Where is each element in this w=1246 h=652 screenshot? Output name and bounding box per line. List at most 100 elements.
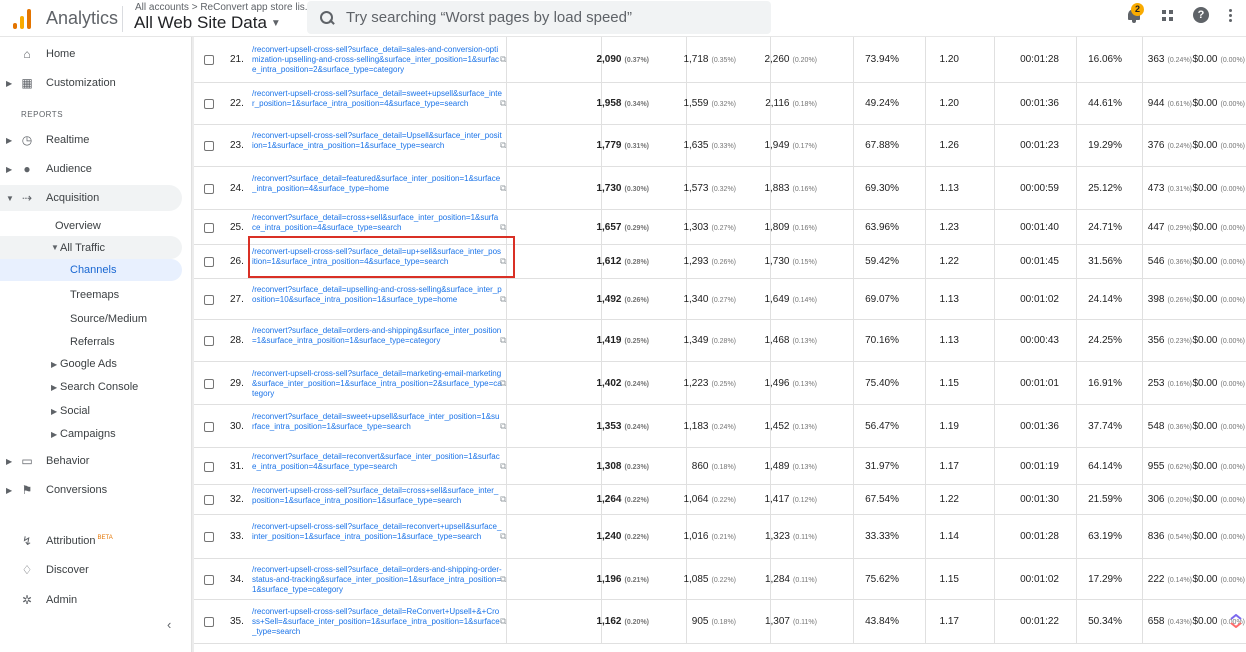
page-link[interactable]: /reconvert?surface_detail=reconvert&surf… (252, 452, 502, 487)
metric-cell-bounce: 69.07% (865, 294, 899, 305)
row-checkbox[interactable] (204, 495, 214, 505)
nav-conversions[interactable]: ▶ ⚑ Conversions (0, 481, 182, 499)
nav-overview[interactable]: Overview (0, 217, 182, 235)
notifications-bell-icon[interactable]: 2 (1126, 3, 1144, 24)
metric-percent: (0.15%) (792, 259, 817, 266)
external-link-icon[interactable]: ⧉ (500, 294, 506, 305)
external-link-icon[interactable]: ⧉ (500, 378, 506, 389)
row-checkbox[interactable] (204, 336, 214, 346)
nav-search-console[interactable]: ▶ Search Console (0, 378, 182, 396)
nav-google-ads[interactable]: ▶ Google Ads (0, 355, 182, 373)
column-divider (1142, 448, 1143, 484)
metric-value: 59.42% (865, 256, 899, 267)
nav-channels[interactable]: Channels (0, 259, 182, 281)
nav-audience[interactable]: ▶ ● Audience (0, 160, 182, 178)
external-link-icon[interactable]: ⧉ (500, 98, 506, 109)
row-number: 25. (230, 221, 244, 233)
nav-attribution[interactable]: ↯ Attribution BETA (0, 532, 182, 550)
page-link[interactable]: /reconvert-upsell-cross-sell?surface_det… (252, 565, 502, 604)
more-options-icon[interactable] (1229, 8, 1232, 22)
external-link-icon[interactable]: ⧉ (500, 140, 506, 151)
account-breadcrumb[interactable]: All accounts > ReConvert app store lis..… (135, 2, 313, 13)
nav-referrals[interactable]: Referrals (0, 333, 182, 351)
column-divider (925, 245, 926, 278)
external-link-icon[interactable]: ⧉ (500, 461, 506, 472)
metric-value: 00:01:36 (1020, 98, 1059, 109)
page-link[interactable]: /reconvert?surface_detail=sweet+upsell&s… (252, 412, 502, 453)
column-divider (853, 600, 854, 643)
apps-grid-icon[interactable] (1162, 9, 1173, 21)
row-checkbox[interactable] (204, 378, 214, 389)
table-row: 29./reconvert-upsell-cross-sell?surface_… (194, 362, 1246, 405)
metric-value: 2,116 (765, 98, 790, 109)
metric-value: 00:01:22 (1020, 616, 1059, 627)
row-checkbox[interactable] (204, 532, 214, 542)
external-link-icon[interactable]: ⧉ (500, 531, 506, 542)
nav-all-traffic[interactable]: ▼ All Traffic (0, 236, 182, 259)
column-divider (1142, 485, 1143, 514)
nav-treemaps[interactable]: Treemaps (0, 286, 182, 304)
external-link-icon[interactable]: ⧉ (500, 54, 506, 65)
page-link[interactable]: /reconvert?surface_detail=cross+sell&sur… (252, 213, 502, 246)
page-link[interactable]: /reconvert-upsell-cross-sell?surface_det… (252, 89, 502, 129)
page-link[interactable]: /reconvert-upsell-cross-sell?surface_det… (252, 607, 502, 649)
nav-campaigns[interactable]: ▶ Campaigns (0, 425, 182, 443)
analytics-logo-icon[interactable] (13, 9, 33, 29)
row-checkbox[interactable] (204, 99, 214, 109)
row-checkbox[interactable] (204, 257, 214, 267)
row-checkbox[interactable] (204, 294, 214, 305)
nav-source-medium[interactable]: Source/Medium (0, 310, 182, 328)
metric-cell-upv: 1,183 (0.24%) (683, 421, 736, 432)
row-checkbox[interactable] (204, 141, 214, 151)
nav-label: Search Console (60, 381, 139, 393)
row-checkbox[interactable] (204, 617, 214, 627)
external-link-icon[interactable]: ⧉ (500, 574, 506, 585)
external-link-icon[interactable]: ⧉ (500, 256, 506, 267)
metric-cell-new: 63.19% (1088, 531, 1122, 542)
row-checkbox[interactable] (204, 183, 214, 194)
page-link[interactable]: /reconvert-upsell-cross-sell?surface_det… (252, 486, 502, 514)
nav-discover[interactable]: ♢ Discover (0, 561, 182, 579)
row-checkbox[interactable] (204, 574, 214, 585)
nav-acquisition[interactable]: ▼ ⇢ Acquisition (0, 185, 182, 211)
external-link-icon[interactable]: ⧉ (500, 421, 506, 432)
nav-customization[interactable]: ▶ ▦ Customization (0, 74, 182, 92)
page-link[interactable]: /reconvert-upsell-cross-sell?surface_det… (252, 522, 502, 564)
page-link[interactable]: /reconvert-upsell-cross-sell?surface_det… (252, 369, 502, 410)
external-link-icon[interactable]: ⧉ (500, 183, 506, 194)
external-link-icon[interactable]: ⧉ (500, 335, 506, 346)
page-link[interactable]: /reconvert?surface_detail=featured&surfa… (252, 174, 502, 215)
view-selector[interactable]: All Web Site Data ▼ (134, 13, 281, 33)
external-link-icon[interactable]: ⧉ (500, 222, 506, 233)
nav-social[interactable]: ▶ Social (0, 402, 182, 420)
page-link[interactable]: /reconvert-upsell-cross-sell?surface_det… (252, 131, 502, 171)
nav-home[interactable]: ⌂ Home (0, 45, 182, 63)
nav-realtime[interactable]: ▶ ◷ Realtime (0, 131, 182, 149)
row-checkbox[interactable] (204, 461, 214, 472)
search-input[interactable] (346, 9, 746, 26)
column-divider (853, 320, 854, 361)
metric-cell-dur: 00:01:19 (1020, 461, 1059, 472)
page-link[interactable]: /reconvert-upsell-cross-sell?surface_det… (252, 247, 502, 279)
row-checkbox[interactable] (204, 222, 214, 233)
page-link[interactable]: /reconvert?surface_detail=orders-and-shi… (252, 326, 502, 366)
metric-cell-ses: 658 (0.43%) (1148, 616, 1192, 627)
metric-value: 1,657 (596, 221, 622, 233)
external-link-icon[interactable]: ⧉ (500, 494, 506, 505)
metric-percent: (0.32%) (711, 185, 736, 193)
chat-widget-icon[interactable] (1229, 614, 1243, 628)
nav-behavior[interactable]: ▶ ▭ Behavior (0, 452, 182, 470)
external-link-icon[interactable]: ⧉ (500, 616, 506, 627)
metric-cell-new: 24.14% (1088, 294, 1122, 305)
search-bar[interactable] (307, 1, 771, 34)
metric-cell-bounce: 67.88% (865, 140, 899, 151)
page-link[interactable]: /reconvert?surface_detail=upselling-and-… (252, 285, 502, 324)
table-row: 35./reconvert-upsell-cross-sell?surface_… (194, 600, 1246, 644)
help-icon[interactable]: ? (1193, 7, 1209, 23)
nav-admin[interactable]: ✲ Admin (0, 591, 182, 609)
metric-cell-bounce: 75.62% (865, 574, 899, 585)
metric-value: $0.00 (1192, 460, 1218, 472)
row-checkbox[interactable] (204, 421, 214, 432)
row-checkbox[interactable] (204, 55, 214, 65)
collapse-sidebar-icon[interactable]: ‹ (167, 617, 171, 632)
